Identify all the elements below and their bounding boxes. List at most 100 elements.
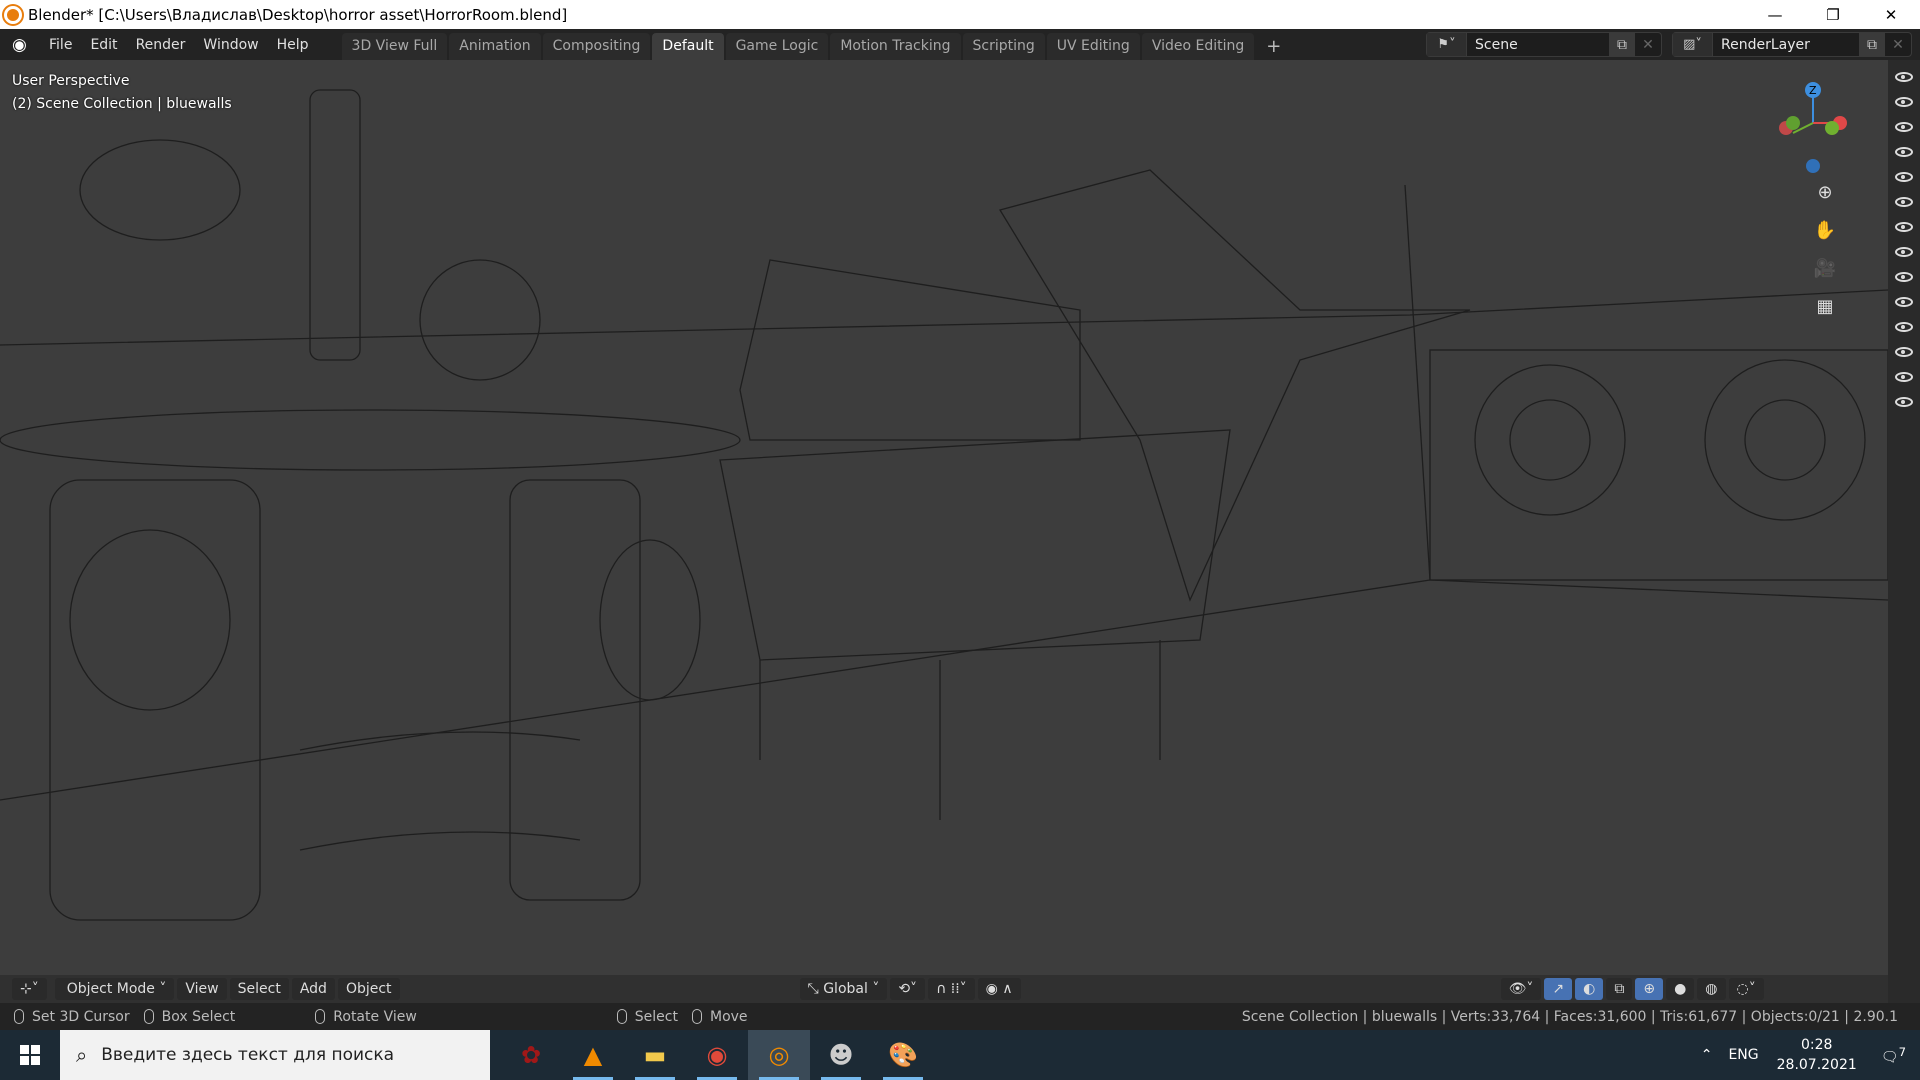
view-layer-selector[interactable]: ▨˅ RenderLayer ⧉ ✕ xyxy=(1672,32,1912,57)
start-button[interactable] xyxy=(0,1045,60,1065)
visibility-eye-icon[interactable] xyxy=(1895,372,1913,382)
hint-box-select: Box Select xyxy=(161,1008,236,1025)
visibility-eye-icon[interactable] xyxy=(1895,297,1913,307)
tab-animation[interactable]: Animation xyxy=(449,33,541,60)
scene-icon[interactable]: ⚑˅ xyxy=(1427,33,1467,56)
hint-select: Select xyxy=(634,1008,678,1025)
tab-video-editing[interactable]: Video Editing xyxy=(1141,33,1255,60)
scene-stats: Scene Collection | bluewalls | Verts:33,… xyxy=(1241,1008,1898,1025)
chrome-icon[interactable]: ◉ xyxy=(686,1030,748,1080)
menu-help[interactable]: Help xyxy=(268,37,318,53)
status-bar: Set 3D Cursor Box Select Rotate View Sel… xyxy=(0,1003,1920,1030)
3d-viewport[interactable]: User Perspective (2) Scene Collection | … xyxy=(0,60,1888,975)
tab-3d-view-full[interactable]: 3D View Full xyxy=(341,33,448,60)
file-explorer-icon[interactable]: ▬ xyxy=(624,1030,686,1080)
proportional-edit-icon[interactable]: ◉ ∧ xyxy=(977,978,1021,1000)
windows-taskbar: ⌕ Введите здесь текст для поиска ✿ ▲ ▬ ◉… xyxy=(0,1030,1920,1080)
system-tray: ⌃ ENG 0:28 28.07.2021 🗨7 xyxy=(1701,1030,1920,1080)
gizmo-toggle-icon[interactable]: ↗ xyxy=(1544,978,1573,1000)
zoom-icon[interactable]: ⊕ xyxy=(1810,178,1840,208)
rendered-shading-icon[interactable]: ◌˅ xyxy=(1728,978,1764,1000)
tab-motion-tracking[interactable]: Motion Tracking xyxy=(830,33,961,60)
menu-window[interactable]: Window xyxy=(194,37,267,53)
paint-icon[interactable]: 🎨 xyxy=(872,1030,934,1080)
language-indicator[interactable]: ENG xyxy=(1728,1047,1758,1063)
notification-count: 7 xyxy=(1898,1044,1906,1059)
minimize-button[interactable]: — xyxy=(1746,0,1804,29)
mode-dropdown[interactable]: Object Mode ˅ xyxy=(54,978,175,1000)
view-layer-icon[interactable]: ▨˅ xyxy=(1673,33,1713,56)
wireframe-scene xyxy=(0,89,1888,921)
hint-move: Move xyxy=(710,1008,748,1025)
taskbar-search[interactable]: ⌕ Введите здесь текст для поиска xyxy=(60,1030,490,1080)
tab-uv-editing[interactable]: UV Editing xyxy=(1046,33,1140,60)
scene-name[interactable]: Scene xyxy=(1467,37,1609,53)
outliner-strip xyxy=(1888,60,1920,1003)
visibility-eye-icon[interactable] xyxy=(1895,122,1913,132)
vlc-icon[interactable]: ▲ xyxy=(562,1030,624,1080)
editor-type-icon[interactable]: ⊹˅ xyxy=(12,978,47,1000)
mouse-right-icon xyxy=(692,1009,702,1024)
overlay-toggle-icon[interactable]: ◐ xyxy=(1575,978,1604,1000)
svg-text:Z: Z xyxy=(1809,84,1817,97)
tray-chevron-icon[interactable]: ⌃ xyxy=(1701,1047,1713,1063)
visibility-eye-icon[interactable] xyxy=(1895,222,1913,232)
xray-icon[interactable]: ⧉ xyxy=(1606,978,1633,1000)
viewport-header: ⊹˅ Object Mode ˅ View Select Add Object … xyxy=(0,975,1888,1003)
snap-icon[interactable]: ∩ ⁞⁞˅ xyxy=(928,978,975,1000)
visibility-eye-icon[interactable] xyxy=(1895,147,1913,157)
solid-shading-icon[interactable]: ● xyxy=(1666,978,1695,1000)
menu-edit[interactable]: Edit xyxy=(81,37,126,53)
ortho-grid-icon[interactable]: ▦ xyxy=(1810,292,1840,322)
visibility-eye-icon[interactable] xyxy=(1895,197,1913,207)
visibility-eye-icon[interactable] xyxy=(1895,72,1913,82)
app-icon-red[interactable]: ✿ xyxy=(500,1030,562,1080)
delete-view-layer-icon[interactable]: ✕ xyxy=(1885,37,1911,53)
camera-view-icon[interactable]: 🎥 xyxy=(1810,254,1840,284)
tab-game-logic[interactable]: Game Logic xyxy=(725,33,829,60)
delete-scene-icon[interactable]: ✕ xyxy=(1635,37,1661,53)
hint-rotate-view: Rotate View xyxy=(333,1008,417,1025)
mouse-left-icon xyxy=(14,1009,24,1024)
view-layer-name[interactable]: RenderLayer xyxy=(1713,37,1859,53)
tab-compositing[interactable]: Compositing xyxy=(542,33,651,60)
pan-hand-icon[interactable]: ✋ xyxy=(1810,216,1840,246)
tab-scripting[interactable]: Scripting xyxy=(962,33,1045,60)
add-workspace-button[interactable]: + xyxy=(1256,33,1291,60)
view-menu[interactable]: View xyxy=(177,978,227,1000)
select-menu[interactable]: Select xyxy=(229,978,289,1000)
navigation-gizmo[interactable]: Z xyxy=(1768,78,1858,178)
material-shading-icon[interactable]: ◍ xyxy=(1697,978,1726,1000)
visibility-eye-icon[interactable] xyxy=(1895,397,1913,407)
orientation-dropdown[interactable]: ⤡ Global ˅ xyxy=(799,978,888,1000)
mouse-drag-icon xyxy=(143,1009,154,1024)
pivot-icon[interactable]: ⟲˅ xyxy=(890,978,926,1000)
visibility-eye-icon[interactable] xyxy=(1895,172,1913,182)
menu-render[interactable]: Render xyxy=(127,37,195,53)
clock[interactable]: 0:28 28.07.2021 xyxy=(1777,1035,1857,1075)
visibility-eye-icon[interactable] xyxy=(1895,322,1913,332)
visibility-eye-icon[interactable] xyxy=(1895,272,1913,282)
notification-icon[interactable]: 🗨7 xyxy=(1881,1045,1906,1066)
visibility-eye-icon[interactable] xyxy=(1895,247,1913,257)
new-scene-icon[interactable]: ⧉ xyxy=(1609,33,1635,56)
blender-logo-icon xyxy=(4,5,22,24)
close-button[interactable]: ✕ xyxy=(1862,0,1920,29)
title-bar: Blender* [C:\Users\Владислав\Desktop\hor… xyxy=(0,0,1920,29)
wireframe-shading-icon[interactable]: ⊕ xyxy=(1635,978,1664,1000)
visibility-eye-icon[interactable] xyxy=(1895,97,1913,107)
scene-selector[interactable]: ⚑˅ Scene ⧉ ✕ xyxy=(1426,32,1662,57)
menu-file[interactable]: File xyxy=(40,37,81,53)
add-menu[interactable]: Add xyxy=(291,978,335,1000)
gimp-icon[interactable]: ☻ xyxy=(810,1030,872,1080)
visibility-eye-icon[interactable] xyxy=(1895,347,1913,357)
hint-set-cursor: Set 3D Cursor xyxy=(32,1008,130,1025)
visibility-icon[interactable]: 👁˅ xyxy=(1500,978,1542,1000)
search-icon: ⌕ xyxy=(76,1043,88,1067)
new-view-layer-icon[interactable]: ⧉ xyxy=(1859,33,1885,56)
blender-taskbar-icon[interactable]: ◎ xyxy=(748,1030,810,1080)
object-menu[interactable]: Object xyxy=(337,978,400,1000)
tab-default[interactable]: Default xyxy=(652,33,724,60)
restore-button[interactable]: ❐ xyxy=(1804,0,1862,29)
blender-menu-icon[interactable]: ◉ xyxy=(12,35,34,55)
